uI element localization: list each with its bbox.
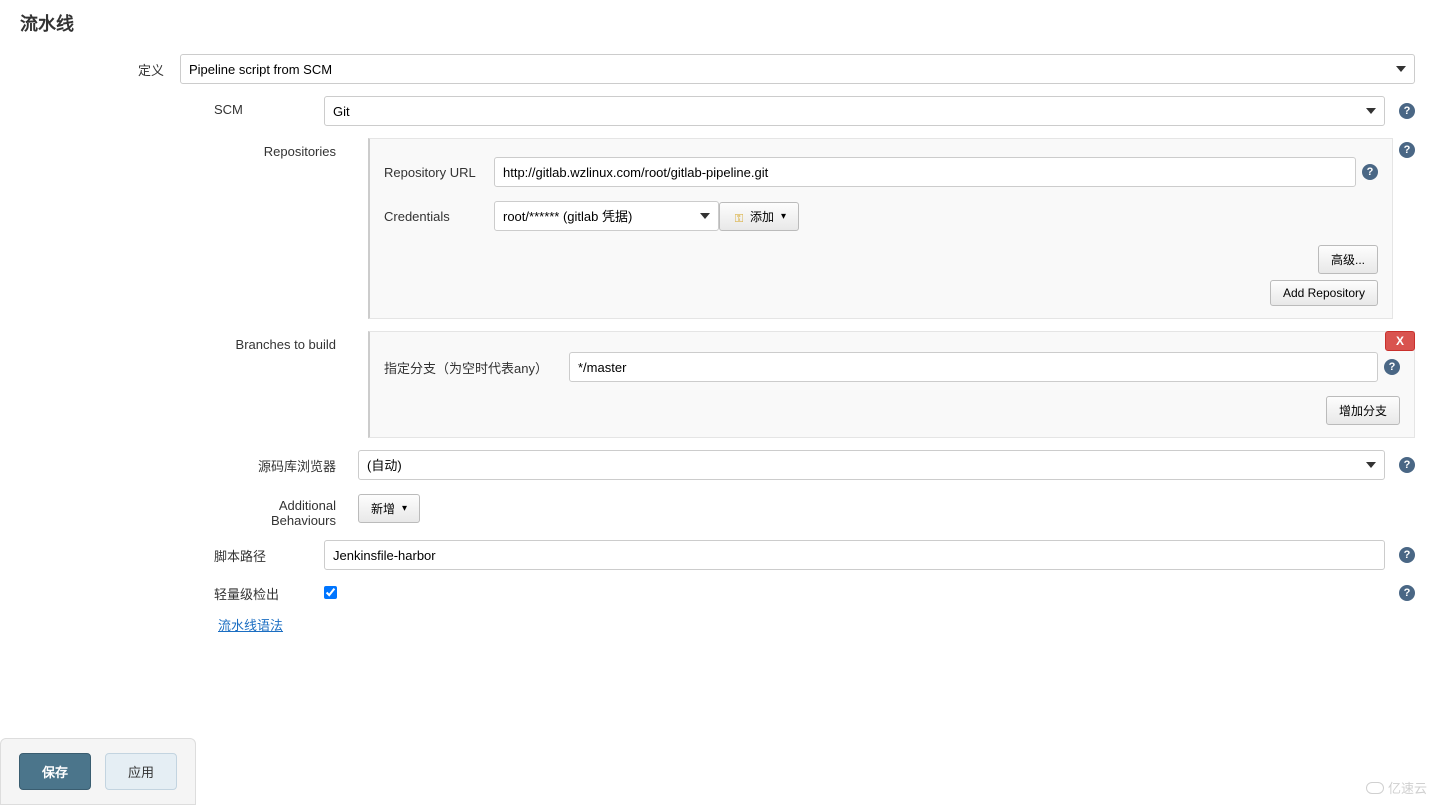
- add-branch-button[interactable]: 增加分支: [1326, 396, 1400, 425]
- help-icon[interactable]: ?: [1384, 359, 1400, 375]
- help-icon[interactable]: ?: [1399, 547, 1415, 563]
- branches-panel: X 指定分支（为空时代表any） ? 增加分支: [368, 331, 1415, 438]
- lightweight-checkbox[interactable]: [324, 586, 337, 599]
- credentials-select[interactable]: root/****** (gitlab 凭据): [494, 201, 719, 231]
- repositories-label: Repositories: [214, 138, 358, 159]
- watermark-icon: [1366, 782, 1384, 794]
- delete-branch-button[interactable]: X: [1385, 331, 1415, 351]
- help-icon[interactable]: ?: [1399, 457, 1415, 473]
- save-button[interactable]: 保存: [19, 753, 91, 790]
- repositories-panel: Repository URL ? Credentials root/******…: [368, 138, 1393, 319]
- watermark: 亿速云: [1366, 778, 1427, 797]
- branch-spec-label: 指定分支（为空时代表any）: [384, 358, 569, 377]
- help-icon[interactable]: ?: [1399, 142, 1415, 158]
- help-icon[interactable]: ?: [1362, 164, 1378, 180]
- definition-label: 定义: [20, 54, 180, 84]
- section-title: 流水线: [20, 10, 1415, 36]
- scm-label: SCM: [214, 96, 324, 126]
- repo-url-label: Repository URL: [384, 165, 494, 180]
- add-credentials-button[interactable]: 添加: [719, 202, 799, 231]
- add-repository-button[interactable]: Add Repository: [1270, 280, 1378, 306]
- bottom-bar: 保存 应用: [0, 738, 196, 805]
- help-icon[interactable]: ?: [1399, 585, 1415, 601]
- definition-select[interactable]: Pipeline script from SCM: [180, 54, 1415, 84]
- advanced-button[interactable]: 高级...: [1318, 245, 1378, 274]
- branches-label: Branches to build: [214, 331, 358, 352]
- script-path-input[interactable]: [324, 540, 1385, 570]
- additional-behaviours-label: Additional Behaviours: [214, 492, 358, 528]
- script-path-label: 脚本路径: [214, 540, 324, 570]
- key-icon: [732, 211, 746, 221]
- credentials-label: Credentials: [384, 209, 494, 224]
- scm-select[interactable]: Git: [324, 96, 1385, 126]
- add-behaviour-button[interactable]: 新增: [358, 494, 420, 523]
- branch-spec-input[interactable]: [569, 352, 1378, 382]
- pipeline-syntax-link[interactable]: 流水线语法: [218, 618, 283, 633]
- lightweight-label: 轻量级检出: [214, 582, 324, 603]
- help-icon[interactable]: ?: [1399, 103, 1415, 119]
- repo-url-input[interactable]: [494, 157, 1356, 187]
- repo-browser-select[interactable]: (自动): [358, 450, 1385, 480]
- apply-button[interactable]: 应用: [105, 753, 177, 790]
- repo-browser-label: 源码库浏览器: [214, 450, 358, 480]
